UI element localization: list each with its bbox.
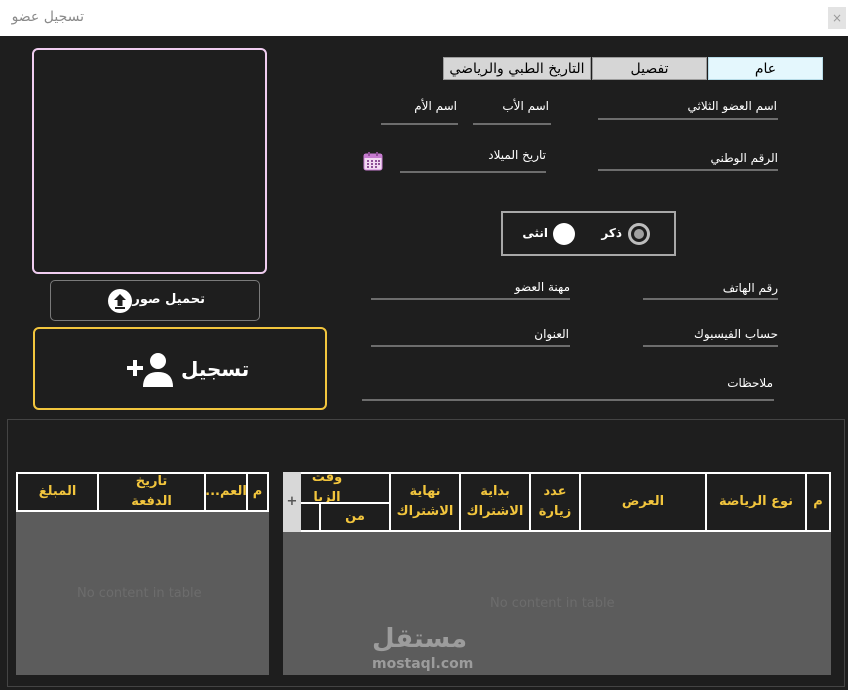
- col-header-visit-time[interactable]: وقت الزيا: [299, 472, 391, 504]
- phone-field[interactable]: [643, 298, 778, 300]
- mother-name-label: اسم الأم: [414, 99, 457, 113]
- payments-empty-text: No content in table: [77, 586, 202, 601]
- facebook-field[interactable]: [643, 345, 778, 347]
- col-header-amount[interactable]: المبلغ: [16, 472, 99, 512]
- tab-general[interactable]: عام: [708, 57, 823, 80]
- mother-name-field[interactable]: [381, 123, 458, 125]
- address-label: العنوان: [534, 327, 569, 341]
- national-id-field[interactable]: [598, 169, 778, 171]
- watermark-latin: mostaql.com: [372, 656, 474, 672]
- col-header-start[interactable]: بداية الاشتراك: [459, 472, 531, 532]
- upload-photo-button[interactable]: تحميل صورة: [50, 280, 260, 321]
- father-name-label: اسم الأب: [502, 99, 549, 113]
- gender-male-radio[interactable]: [628, 223, 650, 245]
- register-label: تسجيل: [181, 357, 250, 381]
- birth-date-field[interactable]: [400, 171, 546, 173]
- gender-female-radio[interactable]: [553, 223, 575, 245]
- window-title: تسجيل عضو: [11, 9, 84, 25]
- full-name-field[interactable]: [598, 118, 778, 120]
- col-header-visit-from[interactable]: من: [319, 502, 391, 532]
- subscriptions-table[interactable]: م نوع الرياضة العرض عدد زيارة بداية الاش…: [283, 472, 831, 675]
- watermark-arabic: مستقل: [372, 624, 468, 654]
- profession-field[interactable]: [371, 298, 570, 300]
- upload-photo-label: تحميل صورة: [124, 292, 205, 307]
- tab-medical-sport-history[interactable]: التاريخ الطبي والرياضي: [443, 57, 591, 80]
- register-button[interactable]: تسجيل: [33, 327, 327, 410]
- father-name-field[interactable]: [473, 123, 551, 125]
- phone-label: رقم الهاتف: [722, 281, 778, 295]
- col-header-visits[interactable]: عدد زيارة: [529, 472, 581, 532]
- address-field[interactable]: [371, 345, 570, 347]
- col-header-offer[interactable]: العرض: [579, 472, 707, 532]
- add-user-icon: [125, 351, 177, 391]
- col-header-index[interactable]: م: [805, 472, 831, 532]
- gender-female-label: انثى: [522, 226, 548, 240]
- col-header-end[interactable]: نهاية الاشتراك: [389, 472, 461, 532]
- full-name-label: اسم العضو الثلاثي: [687, 99, 777, 113]
- photo-preview: [32, 48, 267, 274]
- add-column-button[interactable]: +: [283, 472, 301, 532]
- col-header-payment-index[interactable]: م: [246, 472, 269, 512]
- upload-arrow-icon: [108, 289, 132, 313]
- subscriptions-empty-text: No content in table: [490, 596, 615, 611]
- calendar-icon[interactable]: [363, 151, 383, 171]
- col-header-sport-type[interactable]: نوع الرياضة: [705, 472, 807, 532]
- tab-detail[interactable]: تفصيل: [592, 57, 707, 80]
- col-header-payment-date[interactable]: تاريخ الدفعة: [97, 472, 206, 512]
- birth-date-label: تاريخ الميلاد: [488, 148, 546, 162]
- national-id-label: الرقم الوطني: [710, 151, 778, 165]
- close-button[interactable]: ×: [828, 7, 846, 29]
- col-header-operation[interactable]: العم...: [204, 472, 248, 512]
- gender-group: ذكر انثى: [501, 211, 676, 256]
- notes-label: ملاحظات: [727, 376, 773, 390]
- profession-label: مهنة العضو: [514, 280, 570, 294]
- payments-table[interactable]: م العم... تاريخ الدفعة المبلغ No content…: [16, 472, 269, 675]
- title-bar: [0, 0, 848, 36]
- gender-male-label: ذكر: [601, 226, 622, 240]
- notes-field[interactable]: [362, 399, 774, 401]
- col-header-visit-to[interactable]: [299, 502, 321, 532]
- facebook-label: حساب الفيسبوك: [694, 327, 778, 341]
